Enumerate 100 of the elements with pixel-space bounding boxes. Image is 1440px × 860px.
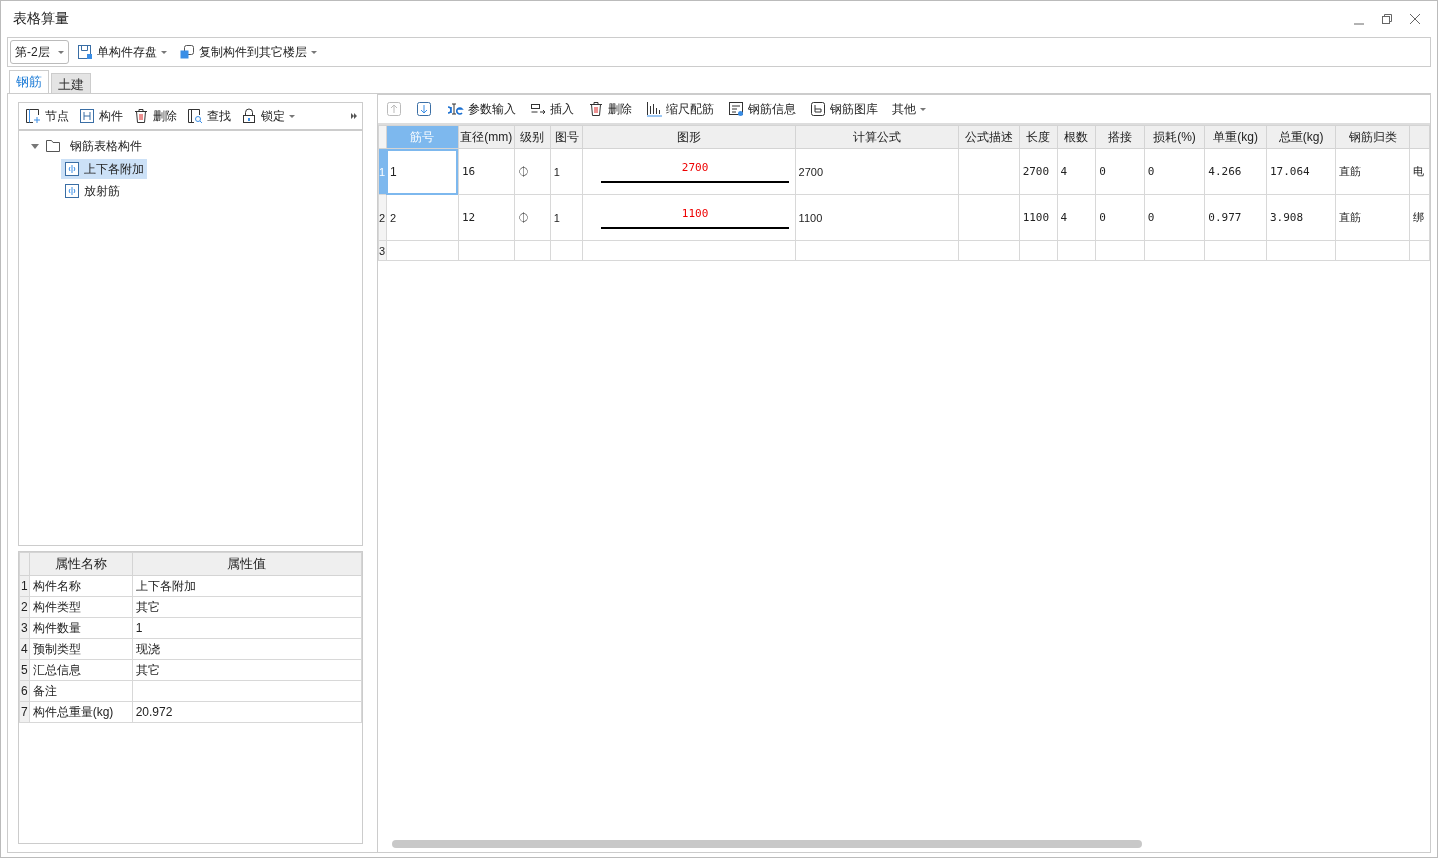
row-number: 2: [378, 194, 387, 241]
property-name: 汇总信息: [29, 659, 133, 681]
table-cell: 4: [1060, 211, 1068, 224]
column-header: 钢筋归类: [1335, 125, 1410, 149]
property-name: 构件总重量(kg): [29, 701, 133, 723]
table-cell: 17.064: [1269, 165, 1310, 178]
table-cell: 1: [553, 165, 560, 178]
row-number: 3: [378, 240, 387, 261]
trash-icon: [588, 101, 604, 117]
tree-item[interactable]: 放射筋: [61, 181, 123, 201]
restore-icon[interactable]: [1381, 13, 1393, 25]
row-number: 2: [19, 596, 30, 618]
table-cell: 1100: [798, 211, 823, 224]
insert-icon: [530, 102, 546, 116]
bar-chart-icon: [646, 101, 662, 117]
toolbar-button[interactable]: 锁定: [237, 107, 299, 125]
lock-icon: [241, 108, 257, 124]
component-icon: [64, 161, 80, 177]
table-cell: 2: [389, 211, 397, 224]
scrollbar-thumb[interactable]: [392, 840, 1142, 848]
grade-symbol: ⏀: [517, 211, 529, 224]
toolbar-button[interactable]: 缩尺配筋: [642, 100, 718, 118]
tree-item[interactable]: 钢筋表格构件: [67, 135, 145, 157]
property-name: 构件数量: [29, 617, 133, 639]
grade-symbol: ⏀: [517, 165, 529, 178]
toolbar-button[interactable]: 复制构件到其它楼层: [174, 43, 321, 61]
row-number: 1: [19, 575, 30, 597]
toolbar-button[interactable]: 删除: [129, 107, 181, 125]
property-value[interactable]: 20.972: [132, 701, 362, 723]
column-header: 单重(kg): [1204, 125, 1267, 149]
list-icon: [728, 101, 744, 117]
table-cell: 0.977: [1208, 211, 1242, 224]
table-cell: 直筋: [1339, 165, 1362, 177]
row-number: 4: [19, 638, 30, 660]
folder-icon: [45, 139, 61, 153]
column-header: 计算公式: [795, 125, 959, 149]
collapse-icon[interactable]: [31, 142, 39, 150]
toolbar-button[interactable]: 节点: [21, 107, 73, 125]
row-number: 1: [378, 148, 387, 195]
column-header: 属性值: [132, 552, 362, 576]
table-cell: 2700: [1022, 165, 1050, 178]
toolbar-button[interactable]: 钢筋图库: [806, 100, 882, 118]
column-header: 属性名称: [29, 552, 133, 576]
toolbar-button[interactable]: 参数输入: [442, 100, 520, 118]
parameter-icon: [446, 102, 464, 116]
table-cell: 1: [553, 211, 560, 224]
node-icon: [25, 108, 41, 124]
table-cell: 16: [461, 165, 476, 178]
toolbar-button[interactable]: 其他: [888, 100, 930, 118]
toolbar-button[interactable]: 插入: [526, 100, 578, 118]
table-cell: 3.908: [1269, 211, 1304, 224]
row-number: 3: [19, 617, 30, 639]
row-number: 7: [19, 701, 30, 723]
column-header: 公式描述: [958, 125, 1020, 149]
expand-icon[interactable]: [350, 112, 358, 120]
copy-icon: [178, 44, 195, 60]
table-cell: 0: [1147, 211, 1155, 224]
table-cell: 0: [1147, 165, 1155, 178]
property-name: 构件名称: [29, 575, 133, 597]
column-header: 图号: [550, 125, 583, 149]
table-cell: 4: [1060, 165, 1068, 178]
column-header: 直径(mm): [458, 125, 515, 149]
toolbar-button[interactable]: 钢筋信息: [724, 100, 800, 118]
floor-dropdown[interactable]: 第-2层: [10, 40, 69, 64]
table-cell: 电: [1412, 165, 1424, 177]
column-header: 损耗(%): [1144, 125, 1205, 149]
property-value[interactable]: 1: [132, 617, 362, 639]
close-icon[interactable]: [1409, 13, 1421, 25]
column-header: 图形: [582, 125, 796, 149]
toolbar-button[interactable]: 查找: [183, 107, 235, 125]
toolbar-button[interactable]: 单构件存盘: [72, 43, 171, 61]
column-header: 根数: [1057, 125, 1096, 149]
find-icon: [187, 108, 203, 124]
component-icon: [64, 183, 80, 199]
window-title: 表格算量: [13, 10, 69, 28]
table-cell: 1100: [1022, 211, 1050, 224]
row-number: 5: [19, 659, 30, 681]
property-value[interactable]: 上下各附加: [132, 575, 362, 597]
property-value[interactable]: 现浇: [132, 638, 362, 660]
table-cell: 直筋: [1339, 211, 1362, 223]
tree-item[interactable]: 上下各附加: [61, 159, 147, 179]
property-name: 构件类型: [29, 596, 133, 618]
column-header: 筋号: [386, 125, 459, 149]
table-cell: 1: [389, 164, 397, 179]
tree-item-label: 放射筋: [84, 182, 120, 200]
toolbar-button[interactable]: 构件: [75, 107, 127, 125]
row-number: 6: [19, 680, 30, 702]
table-cell: 0: [1099, 211, 1106, 224]
property-value[interactable]: 其它: [132, 659, 362, 681]
tab[interactable]: 土建: [51, 73, 91, 93]
column-header: 总重(kg): [1266, 125, 1336, 149]
column-header: 长度: [1019, 125, 1057, 149]
property-value[interactable]: 其它: [132, 596, 362, 618]
tab[interactable]: 钢筋: [9, 70, 49, 93]
tree-item-label: 上下各附加: [84, 160, 144, 178]
toolbar-button[interactable]: 删除: [584, 100, 636, 118]
save-icon: [76, 44, 93, 60]
table-cell: 2700: [798, 165, 824, 178]
table-cell: 4.266: [1208, 165, 1242, 178]
property-name: 预制类型: [29, 638, 133, 660]
